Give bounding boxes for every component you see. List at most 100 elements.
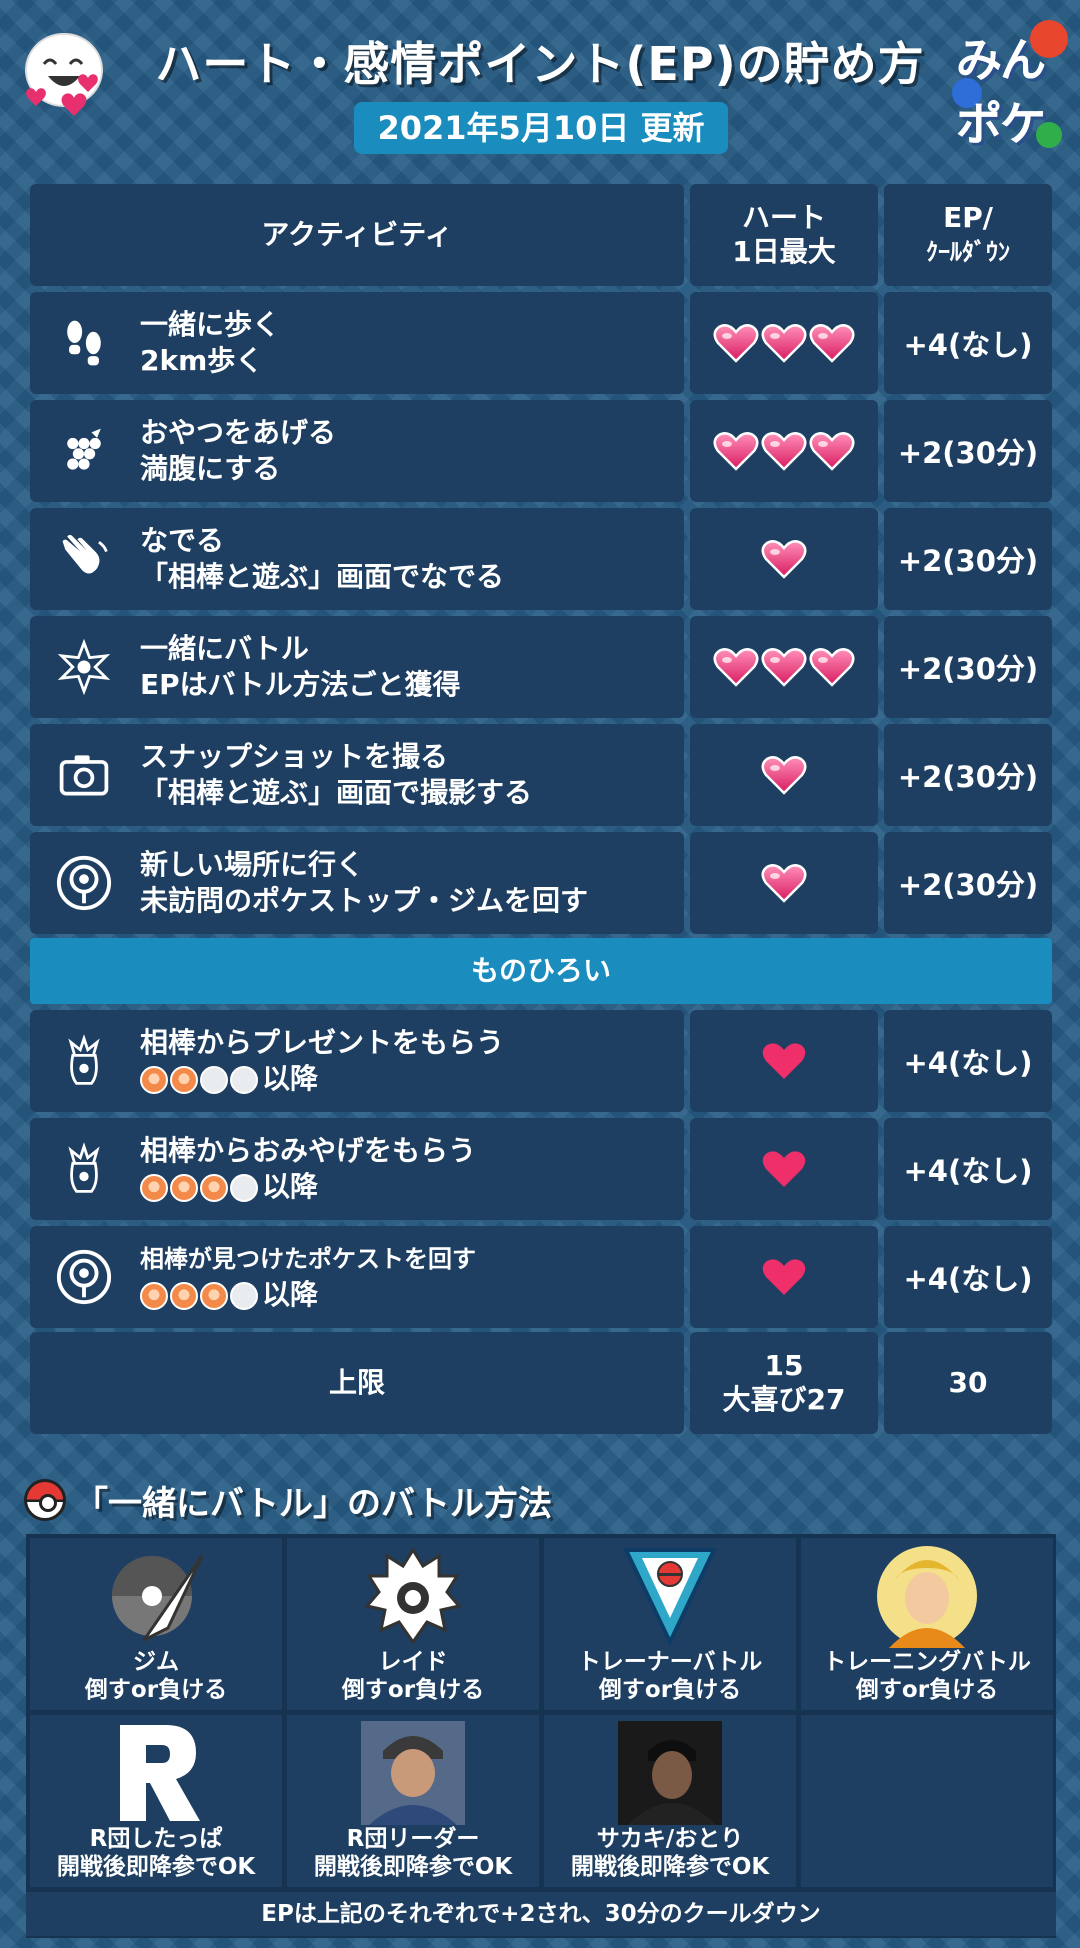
hearts-count	[761, 1041, 807, 1081]
battle-method-condition: 開戦後即降参でOK	[313, 1854, 513, 1880]
brand-text-1: みん	[956, 33, 1046, 87]
battle-method-card: R団したっぱ 開戦後即降参でOK	[30, 1715, 282, 1887]
pokeball-icon	[24, 1479, 66, 1521]
activity-title: 一緒に歩く	[140, 308, 281, 341]
hearts-count	[713, 647, 855, 687]
ep-cell: +4(なし)	[884, 1010, 1052, 1112]
activity-text: 新しい場所に行く 未訪問のポケストップ・ジムを回す	[140, 847, 588, 919]
activity-title: 一緒にバトル	[140, 632, 309, 665]
battle-method-condition: 倒すor負ける	[855, 1677, 999, 1703]
hearts-cell	[690, 292, 878, 394]
battle-method-card: サカキ/おとり 開戦後即降参でOK	[544, 1715, 796, 1887]
activity-detail: 満腹にする	[140, 452, 281, 485]
level-suffix: 以降	[262, 1278, 319, 1311]
hearts-count	[761, 1257, 807, 1297]
battle-section-title: 「一緒にバトル」のバトル方法	[24, 1472, 552, 1528]
heart-icon	[713, 648, 759, 687]
pokestop-icon	[54, 1247, 114, 1307]
battle-footer-note: EPは上記のそれぞれで+2され、30分のクールダウン	[26, 1892, 1056, 1936]
header-hearts-l2: 1日最大	[732, 235, 836, 268]
pokestop-icon	[54, 853, 114, 913]
header-ep-l1: EP/	[943, 201, 993, 234]
hearts-count	[713, 431, 855, 471]
header-ep-l2: ｸｰﾙﾀﾞｳﾝ	[926, 238, 1010, 266]
heart-icon	[762, 1259, 806, 1295]
berry-icon	[54, 421, 114, 481]
hearts-count	[761, 1149, 807, 1189]
header-activity-label: アクティビティ	[261, 218, 453, 251]
limit-hearts-cell: 15 大喜び27	[690, 1332, 878, 1434]
heart-icon	[713, 432, 759, 471]
battle-method-name: トレーナーバトル	[577, 1649, 763, 1675]
ep-cell: +4(なし)	[884, 292, 1052, 394]
header-activity: アクティビティ	[30, 184, 684, 286]
hearts-cell	[690, 724, 878, 826]
battle-method-label: R団したっぱ 開戦後即降参でOK	[30, 1825, 282, 1881]
activity-cell: 一緒に歩く 2km歩く	[30, 292, 684, 394]
hearts-cell	[690, 832, 878, 934]
activity-title: 相棒が見つけたポケストを回す	[140, 1245, 476, 1273]
camera-icon	[54, 745, 114, 805]
friendship-heart-icon	[200, 1066, 228, 1094]
activity-detail: 以降	[140, 1061, 504, 1097]
rocket-leader-icon	[361, 1721, 465, 1825]
activity-detail: 2km歩く	[140, 344, 264, 377]
heart-icon	[809, 324, 855, 363]
gym-icon	[104, 1544, 208, 1648]
smiling-mascot-icon	[25, 33, 103, 116]
heart-icon	[809, 648, 855, 687]
hearts-count	[761, 755, 807, 795]
activity-text: スナップショットを撮る 「相棒と遊ぶ」画面で撮影する	[140, 739, 532, 811]
level-suffix: 以降	[262, 1062, 319, 1095]
activity-text: おやつをあげる 満腹にする	[140, 415, 336, 487]
activity-cell: 一緒にバトル EPはバトル方法ごと獲得	[30, 616, 684, 718]
activity-cell: 相棒が見つけたポケストを回す以降	[30, 1226, 684, 1328]
limit-label-cell: 上限	[30, 1332, 684, 1434]
battle-method-name: サカキ/おとり	[596, 1826, 744, 1852]
heart-icon	[761, 756, 807, 795]
header-hearts: ハート 1日最大	[690, 184, 878, 286]
battle-method-condition: 倒すor負ける	[341, 1677, 485, 1703]
battle-section-title-text: 「一緒にバトル」のバトル方法	[74, 1483, 553, 1524]
battle-method-name: レイド	[378, 1649, 448, 1675]
battle-method-card: トレーニングバトル 倒すor負ける	[801, 1538, 1053, 1710]
hand-wave-icon	[54, 529, 114, 589]
heart-icon	[762, 1043, 806, 1079]
friendship-heart-icon	[170, 1282, 198, 1310]
activity-detail: 「相棒と遊ぶ」画面でなでる	[140, 560, 505, 593]
limit-ep: 30	[948, 1366, 988, 1399]
hearts-cell	[690, 616, 878, 718]
hearts-count	[761, 539, 807, 579]
activity-detail: 未訪問のポケストップ・ジムを回す	[140, 884, 589, 917]
battle-method-name: トレーニングバトル	[823, 1649, 1031, 1675]
activity-title: スナップショットを撮る	[140, 740, 449, 773]
friendship-heart-icon	[200, 1282, 228, 1310]
hearts-cell	[690, 1118, 878, 1220]
friendship-heart-icon	[170, 1174, 198, 1202]
battle-method-name: ジム	[133, 1649, 179, 1675]
activity-detail: 以降	[140, 1277, 476, 1313]
activity-cell: おやつをあげる 満腹にする	[30, 400, 684, 502]
heart-icon	[762, 1151, 806, 1187]
activity-text: 相棒からおみやげをもらう 以降	[140, 1133, 476, 1205]
hearts-count	[713, 323, 855, 363]
battle-method-name: R団したっぱ	[89, 1826, 223, 1852]
ep-cell: +2(30分)	[884, 508, 1052, 610]
battle-method-name: R団リーダー	[346, 1826, 480, 1852]
battle-method-card: R団リーダー 開戦後即降参でOK	[287, 1715, 539, 1887]
activity-text: なでる 「相棒と遊ぶ」画面でなでる	[140, 523, 504, 595]
ep-cell: +4(なし)	[884, 1118, 1052, 1220]
activity-cell: なでる 「相棒と遊ぶ」画面でなでる	[30, 508, 684, 610]
ep-cell: +4(なし)	[884, 1226, 1052, 1328]
activity-title: 新しい場所に行く	[140, 848, 365, 881]
activity-text: 一緒にバトル EPはバトル方法ごと獲得	[140, 631, 461, 703]
friendship-heart-icon	[200, 1174, 228, 1202]
hearts-cell	[690, 400, 878, 502]
battle-method-card: ジム 倒すor負ける	[30, 1538, 282, 1710]
header: ハート・感情ポイント(EP)の貯め方 2021年5月10日 更新 みん ポケ	[0, 0, 1080, 170]
battle-method-label: サカキ/おとり 開戦後即降参でOK	[544, 1825, 796, 1881]
giovanni-icon	[618, 1721, 722, 1825]
friendship-heart-icon	[230, 1174, 258, 1202]
friendship-level-indicator	[140, 1282, 258, 1310]
activity-text: 相棒からプレゼントをもらう 以降	[140, 1025, 504, 1097]
